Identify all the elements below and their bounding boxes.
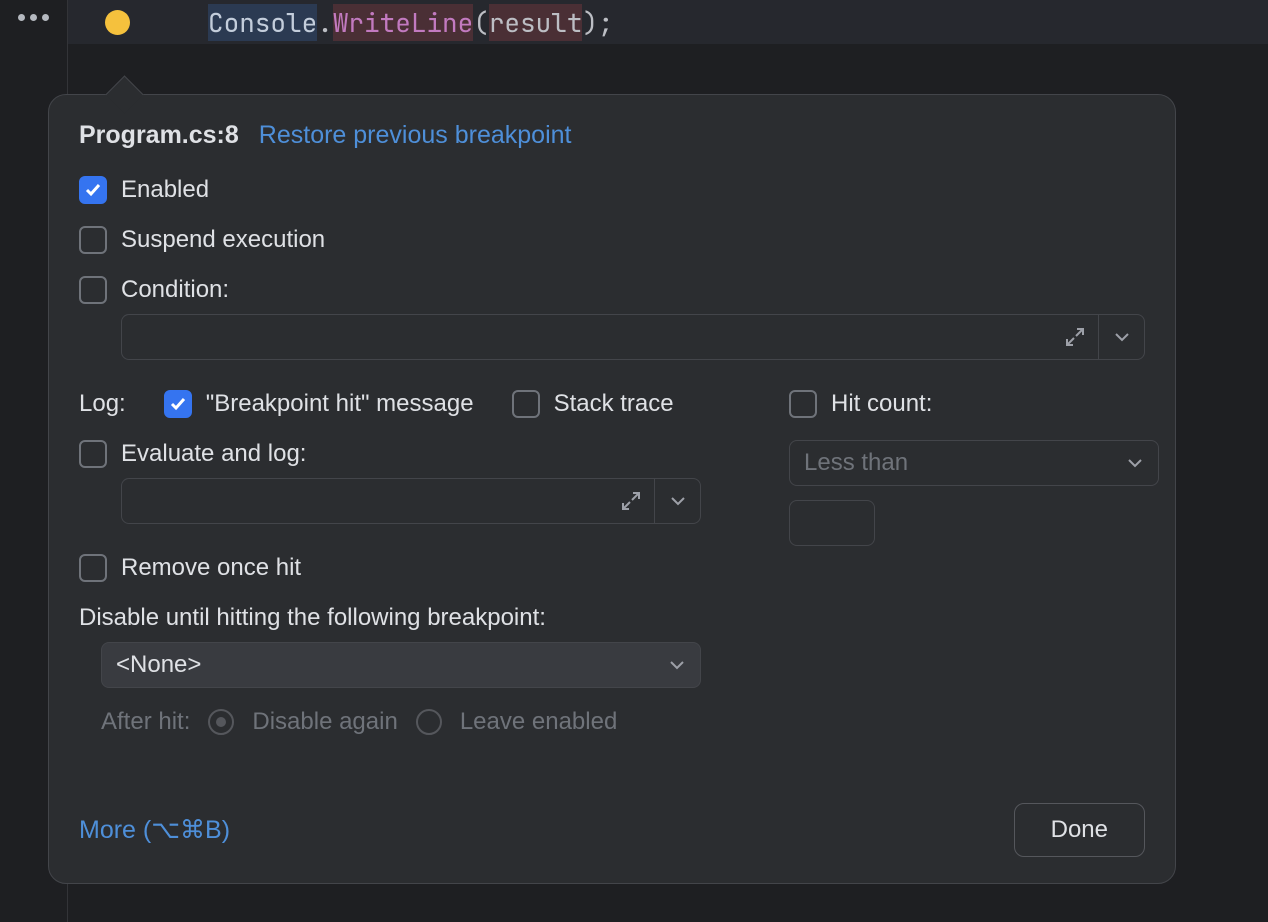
leave-enabled-radio [416,709,442,735]
chevron-down-icon[interactable] [654,479,700,523]
remove-once-label[interactable]: Remove once hit [121,554,301,582]
chevron-down-icon[interactable] [1098,315,1144,359]
disable-again-radio [208,709,234,735]
hit-count-label[interactable]: Hit count: [831,390,932,418]
evaluate-input[interactable] [121,478,701,524]
condition-input[interactable] [121,314,1145,360]
condition-checkbox[interactable] [79,276,107,304]
enabled-checkbox[interactable] [79,176,107,204]
stack-trace-label[interactable]: Stack trace [554,390,674,418]
log-label: Log: [79,390,126,418]
after-hit-label: After hit: [101,708,190,736]
disable-until-select[interactable]: <None> [101,642,701,688]
bp-hit-label[interactable]: "Breakpoint hit" message [206,390,474,418]
hit-count-checkbox[interactable] [789,390,817,418]
evaluate-checkbox[interactable] [79,440,107,468]
breakpoint-marker-icon[interactable] [105,10,130,35]
expand-icon[interactable] [608,479,654,523]
more-icon[interactable] [18,14,49,21]
popup-header: Program.cs:8 Restore previous breakpoint [79,121,1145,150]
expand-icon[interactable] [1052,315,1098,359]
popup-title: Program.cs:8 [79,121,239,150]
done-button[interactable]: Done [1014,803,1145,857]
bp-hit-checkbox[interactable] [164,390,192,418]
breakpoint-popup: Program.cs:8 Restore previous breakpoint… [48,94,1176,884]
code-text[interactable]: Console.WriteLine(result); [208,5,614,40]
enabled-label[interactable]: Enabled [121,176,209,204]
restore-previous-link[interactable]: Restore previous breakpoint [259,121,572,150]
hit-count-mode-value: Less than [804,449,908,477]
evaluate-label[interactable]: Evaluate and log: [121,440,306,468]
disable-until-label: Disable until hitting the following brea… [79,604,719,632]
leave-enabled-label: Leave enabled [460,708,617,736]
suspend-checkbox[interactable] [79,226,107,254]
disable-again-label: Disable again [252,708,397,736]
remove-once-checkbox[interactable] [79,554,107,582]
condition-label[interactable]: Condition: [121,276,229,304]
disable-until-value: <None> [116,651,201,679]
hit-count-mode-select[interactable]: Less than [789,440,1159,486]
hit-count-value-input[interactable] [789,500,875,546]
more-link[interactable]: More (⌥⌘B) [79,815,230,845]
stack-trace-checkbox[interactable] [512,390,540,418]
suspend-label[interactable]: Suspend execution [121,226,325,254]
